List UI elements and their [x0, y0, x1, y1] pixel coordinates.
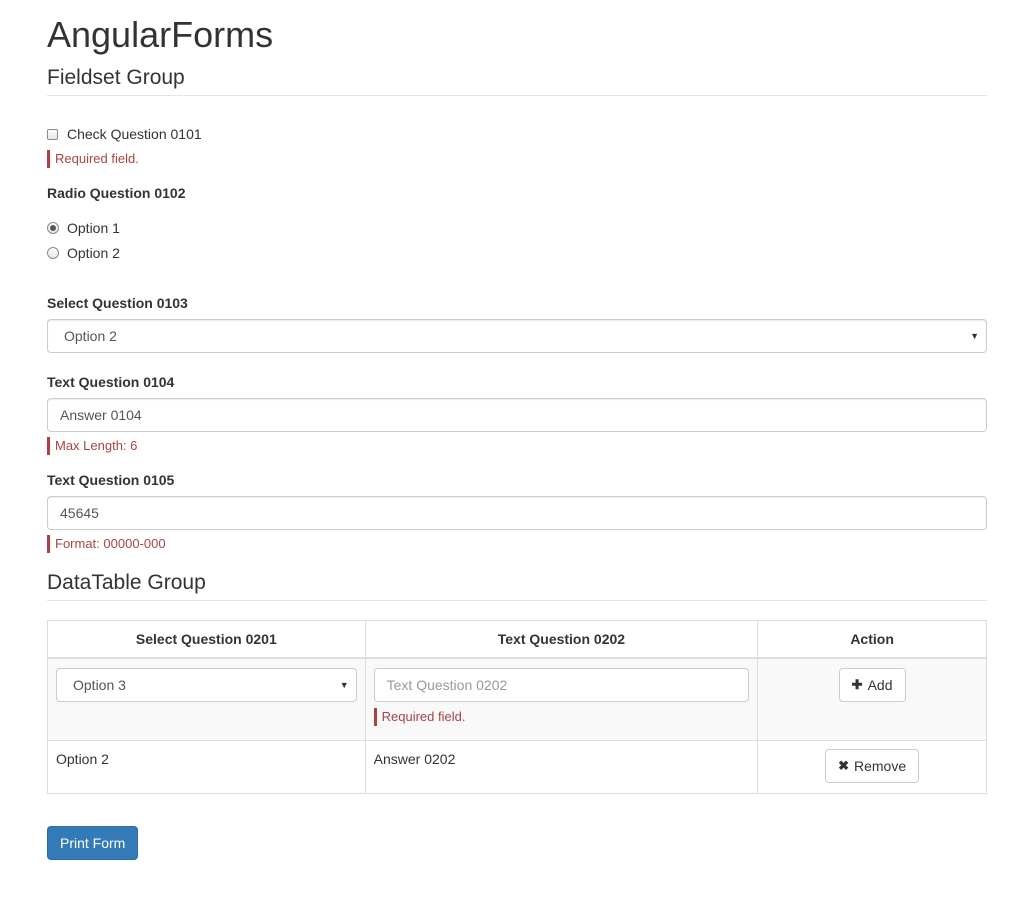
page-title: AngularForms — [47, 14, 274, 55]
text-question-0104-label: Text Question 0104 — [47, 374, 175, 390]
check-question-0101-error: Required field. — [47, 150, 139, 168]
remove-button[interactable]: ✖ Remove — [825, 749, 920, 783]
column-header-select: Select Question 0201 — [47, 620, 366, 659]
checkbox-0101[interactable] — [47, 128, 58, 140]
select-question-0201-value: Option 3 — [73, 677, 126, 693]
text-question-0202-error: Required field. — [373, 708, 465, 726]
add-row-text-cell: Text Question 0202 Required field. — [364, 657, 759, 741]
text-question-0105-input[interactable]: 45645 — [47, 496, 987, 530]
radio-option-1-label: Option 1 — [67, 220, 120, 236]
table-header-row: Select Question 0201 Text Question 0202 … — [47, 620, 987, 659]
row-text-cell: Answer 0202 — [364, 740, 759, 794]
check-question-0101-label: Check Question 0101 — [67, 126, 202, 142]
select-question-0103-label: Select Question 0103 — [47, 295, 188, 311]
row-select-value: Option 2 — [56, 751, 109, 767]
radio-option-1[interactable]: Option 1 — [47, 220, 120, 236]
datatable-group-title: DataTable Group — [47, 568, 987, 601]
text-question-0104-input[interactable]: Answer 0104 — [47, 398, 987, 432]
radio-selected-dot — [50, 225, 56, 231]
fieldset-group-title: Fieldset Group — [47, 63, 987, 96]
remove-button-label: Remove — [853, 758, 907, 774]
add-row-select-cell: Option 3 ▼ — [47, 657, 366, 741]
column-header-action: Action — [757, 620, 987, 659]
row-text-value: Answer 0202 — [373, 751, 456, 767]
text-question-0105-value: 45645 — [60, 505, 99, 521]
caret-down-icon: ▼ — [339, 680, 349, 690]
radio-button-option-1[interactable] — [47, 222, 59, 234]
table-add-row: Option 3 ▼ Text Question 0202 Required f… — [47, 657, 987, 741]
column-header-text: Text Question 0202 — [364, 620, 759, 659]
caret-down-icon: ▼ — [970, 331, 979, 341]
row-select-cell: Option 2 — [47, 740, 366, 794]
radio-option-2-label: Option 2 — [67, 245, 120, 261]
text-question-0202-placeholder: Text Question 0202 — [386, 677, 508, 693]
radio-button-option-2[interactable] — [47, 247, 59, 259]
select-question-0103-value: Option 2 — [64, 328, 117, 344]
add-button[interactable]: ✚ Add — [838, 668, 906, 702]
text-question-0105-error: Format: 00000-000 — [47, 535, 166, 553]
radio-option-2[interactable]: Option 2 — [47, 245, 120, 261]
table-row: Option 2 Answer 0202 ✖ Remove — [47, 740, 987, 794]
row-action-cell: ✖ Remove — [757, 740, 987, 794]
add-button-label: Add — [867, 677, 893, 693]
select-question-0103[interactable]: Option 2 ▼ — [47, 319, 987, 353]
text-question-0105-label: Text Question 0105 — [47, 472, 175, 488]
data-table: Select Question 0201 Text Question 0202 … — [47, 620, 987, 794]
add-row-action-cell: ✚ Add — [757, 657, 987, 741]
times-icon: ✖ — [838, 758, 849, 773]
check-question-0101[interactable]: Check Question 0101 — [47, 126, 202, 142]
text-question-0202-input[interactable]: Text Question 0202 — [373, 668, 750, 702]
text-question-0104-error: Max Length: 6 — [47, 437, 137, 455]
select-question-0201[interactable]: Option 3 ▼ — [56, 668, 357, 702]
radio-question-0102-label: Radio Question 0102 — [47, 185, 186, 201]
text-question-0104-value: Answer 0104 — [60, 407, 142, 423]
print-form-button[interactable]: Print Form — [47, 826, 139, 860]
plus-icon: ✚ — [851, 677, 863, 692]
